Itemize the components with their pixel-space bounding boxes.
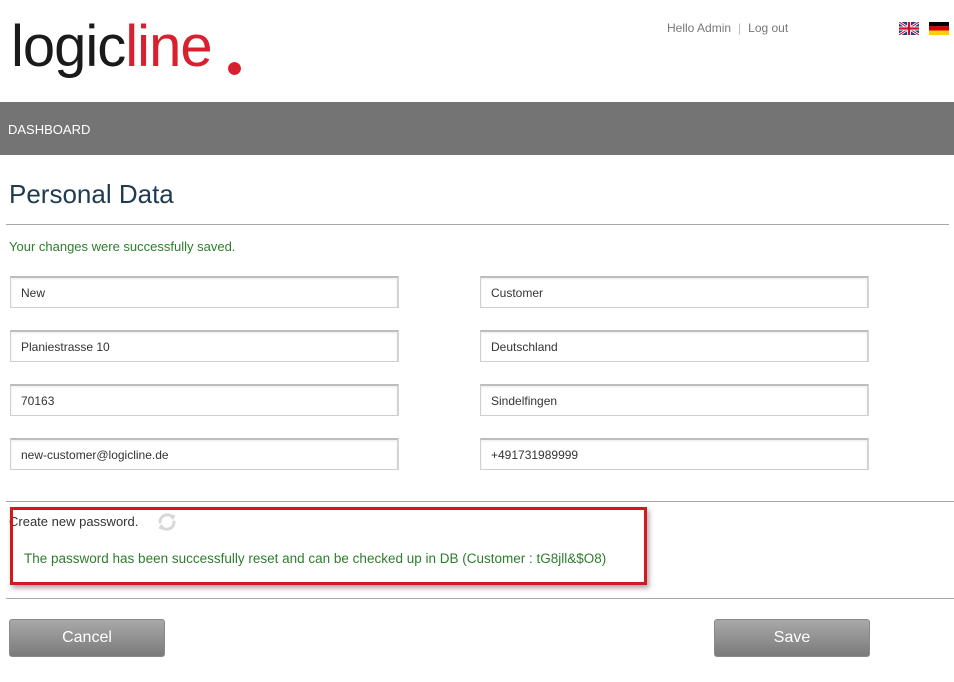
user-bar: Hello Admin | Log out xyxy=(667,21,788,35)
zip-field[interactable] xyxy=(10,384,399,416)
street-field[interactable] xyxy=(10,330,399,362)
password-reset-message: The password has been successfully reset… xyxy=(24,551,607,566)
title-divider xyxy=(6,224,949,225)
greeting-text: Hello Admin xyxy=(667,21,732,35)
userbar-separator: | xyxy=(738,21,742,35)
country-field[interactable] xyxy=(480,330,869,362)
save-success-message: Your changes were successfully saved. xyxy=(9,239,236,254)
logo-text-logic: logic xyxy=(11,14,126,79)
logout-link[interactable]: Log out xyxy=(748,21,788,35)
last-name-field[interactable] xyxy=(480,276,869,308)
nav-dashboard[interactable]: DASHBOARD xyxy=(8,122,90,137)
de-flag-icon[interactable] xyxy=(929,22,949,35)
cancel-button[interactable]: Cancel xyxy=(9,619,165,657)
top-navbar: DASHBOARD xyxy=(0,102,954,155)
phone-field[interactable] xyxy=(480,438,869,470)
save-button[interactable]: Save xyxy=(714,619,870,657)
highlight-box xyxy=(10,507,647,585)
logo-text-line: line xyxy=(125,14,212,79)
email-field[interactable] xyxy=(10,438,399,470)
uk-flag-icon[interactable] xyxy=(899,22,919,35)
logo-dot-icon xyxy=(228,62,241,75)
page-title: Personal Data xyxy=(9,179,174,209)
city-field[interactable] xyxy=(480,384,869,416)
logicline-logo: logicline xyxy=(11,18,213,76)
form-divider xyxy=(6,501,954,502)
first-name-field[interactable] xyxy=(10,276,399,308)
actions-divider xyxy=(6,598,954,599)
